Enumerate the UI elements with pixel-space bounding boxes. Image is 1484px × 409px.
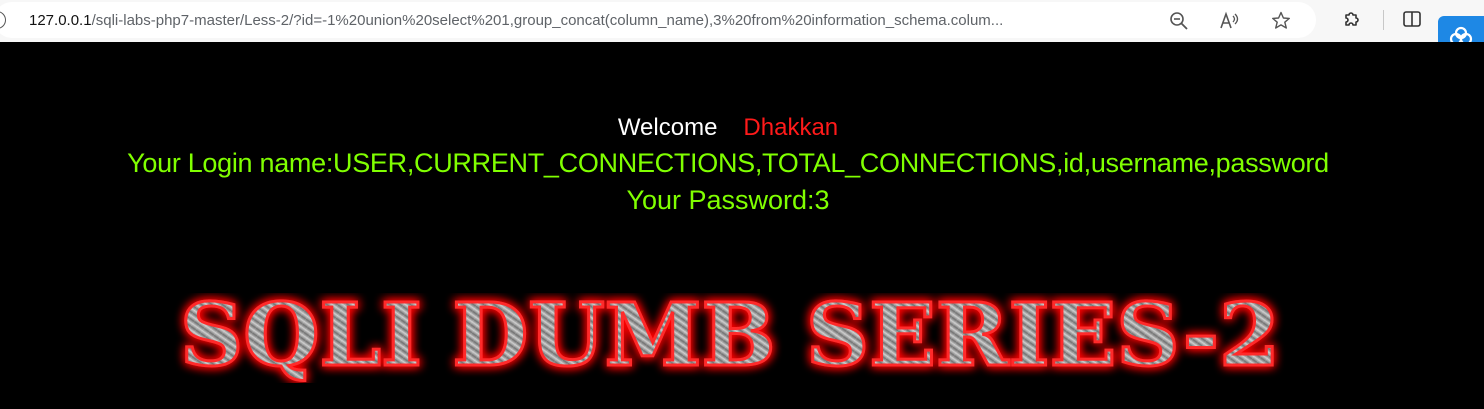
page-content: Welcome Dhakkan Your Login name:USER,CURR… bbox=[0, 42, 1484, 409]
welcome-line: Welcome Dhakkan bbox=[0, 114, 1456, 142]
address-bar[interactable]: i 127.0.0.1/sqli-labs-php7-master/Less-2… bbox=[0, 2, 1316, 38]
toolbar-divider bbox=[1383, 10, 1384, 30]
info-icon[interactable]: i bbox=[0, 11, 6, 29]
welcome-label: Welcome bbox=[617, 114, 718, 141]
browser-toolbar: i 127.0.0.1/sqli-labs-php7-master/Less-2… bbox=[0, 0, 1484, 58]
login-name-result: Your Login name:USER,CURRENT_CONNECTIONS… bbox=[127, 148, 1329, 178]
extensions-icon[interactable] bbox=[1339, 6, 1365, 32]
banner-text: SQLI DUMB SERIES-2 bbox=[180, 293, 1280, 383]
password-result: Your Password:3 bbox=[626, 185, 830, 215]
read-aloud-icon[interactable] bbox=[1216, 8, 1242, 34]
favorite-star-icon[interactable] bbox=[1268, 8, 1294, 34]
split-screen-icon[interactable] bbox=[1399, 6, 1425, 32]
series-banner: SQLI DUMB SERIES-2 bbox=[179, 293, 1282, 383]
zoom-out-icon[interactable] bbox=[1166, 8, 1192, 34]
welcome-name: Dhakkan bbox=[743, 114, 839, 141]
url-text[interactable]: 127.0.0.1/sqli-labs-php7-master/Less-2/?… bbox=[29, 12, 1149, 29]
url-path: /sqli-labs-php7-master/Less-2/?id=-1%20u… bbox=[91, 12, 1004, 29]
url-host: 127.0.0.1 bbox=[29, 12, 92, 29]
